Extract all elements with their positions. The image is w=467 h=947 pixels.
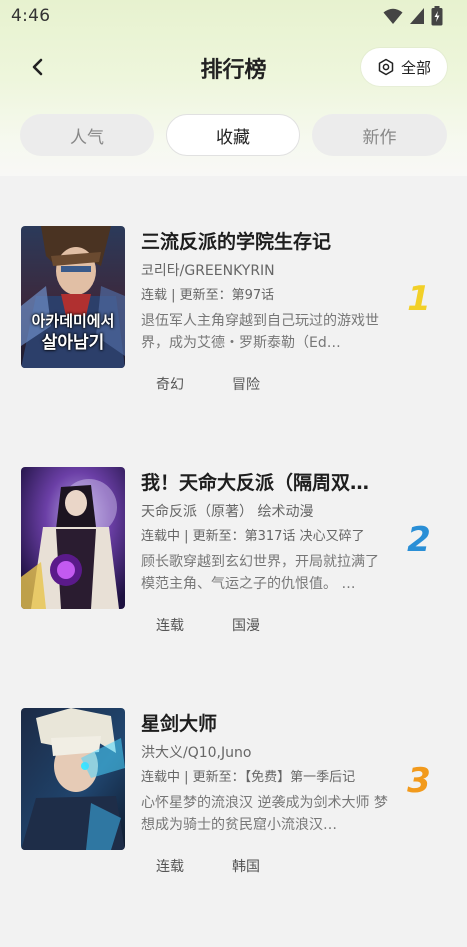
list-item[interactable]: 我！天命大反派（隔周双… 天命反派（原著） 绘术动漫 连载中 | 更新至：第31…	[0, 461, 467, 691]
comic-tags: 连载 国漫	[141, 615, 293, 635]
rank-badge: 1	[407, 280, 431, 314]
filter-all-label: 全部	[400, 58, 431, 77]
tab-label: 新作	[362, 127, 397, 148]
cover-title-line: 아카데미에서	[31, 312, 115, 330]
tab-favorites[interactable]: 收藏	[166, 114, 300, 156]
comic-cover: 아카데미에서 살아남기	[21, 226, 125, 368]
comic-cover	[21, 708, 125, 850]
tag[interactable]: 冒险	[217, 374, 293, 394]
comic-author: 洪大义/Q10,Juno	[141, 745, 252, 761]
tag[interactable]: 连载	[141, 856, 217, 876]
item-info: 三流反派的学院生存记 코리타/GREENKYRIN 连载 | 更新至：第97话 …	[141, 228, 391, 354]
rank-number: 2	[407, 521, 431, 555]
comic-author: 코리타/GREENKYRIN	[141, 263, 275, 279]
comic-description: 退伍军人主角穿越到自己玩过的游戏世界，成为艾德・罗斯泰勒（Ed…	[141, 313, 379, 351]
tab-label: 收藏	[216, 127, 250, 148]
comic-description: 心怀星梦的流浪汉 逆袭成为剑术大师 梦想成为骑士的贫民窟小流浪汉…	[141, 795, 388, 833]
tab-popularity[interactable]: 人气	[20, 114, 154, 156]
wifi-icon	[383, 8, 403, 24]
comic-update: 连载中 | 更新至：第317话 决心又碎了	[141, 529, 365, 544]
tag[interactable]: 奇幻	[141, 374, 217, 394]
tab-label: 人气	[70, 127, 104, 148]
list-item[interactable]: 星剑大师 洪大义/Q10,Juno 连载中 | 更新至：【免费】第一季后记 心怀…	[0, 702, 467, 932]
status-time: 4:46	[11, 6, 51, 26]
battery-icon	[431, 6, 443, 26]
cover-title-line: 살아남기	[41, 333, 105, 353]
tag[interactable]: 韩国	[217, 856, 293, 876]
comic-title: 我！天命大反派（隔周双…	[141, 472, 370, 494]
settings-icon	[378, 58, 394, 76]
comic-update: 连载 | 更新至：第97话	[141, 288, 275, 303]
comic-title: 星剑大师	[141, 713, 218, 735]
rank-badge: 2	[407, 521, 431, 555]
rank-badge: 3	[407, 762, 431, 796]
item-info: 星剑大师 洪大义/Q10,Juno 连载中 | 更新至：【免费】第一季后记 心怀…	[141, 710, 391, 836]
ranking-page: 4:46 排行榜 全部 人气 收藏 新作 아카데미에서 살아남기 三流反派的学院…	[0, 0, 467, 947]
item-info: 我！天命大反派（隔周双… 天命反派（原著） 绘术动漫 连载中 | 更新至：第31…	[141, 469, 391, 595]
ranking-tabs: 人气 收藏 新作	[20, 114, 447, 156]
tab-new[interactable]: 新作	[312, 114, 447, 156]
comic-update: 连载中 | 更新至：【免费】第一季后记	[141, 770, 356, 785]
comic-tags: 连载 韩国	[141, 856, 293, 876]
tag[interactable]: 连载	[141, 615, 217, 635]
filter-all-button[interactable]: 全部	[361, 48, 447, 86]
status-icons	[383, 6, 443, 26]
comic-tags: 奇幻 冒险	[141, 374, 293, 394]
tag[interactable]: 国漫	[217, 615, 293, 635]
comic-cover	[21, 467, 125, 609]
status-bar: 4:46	[0, 0, 467, 32]
list-item[interactable]: 아카데미에서 살아남기 三流反派的学院生存记 코리타/GREENKYRIN 连载…	[0, 220, 467, 450]
comic-title: 三流反派的学院生存记	[141, 231, 332, 253]
cell-signal-icon	[410, 8, 424, 24]
rank-number: 3	[407, 762, 431, 796]
top-nav-bar: 排行榜 全部	[0, 42, 467, 92]
comic-author: 天命反派（原著） 绘术动漫	[141, 504, 314, 520]
comic-description: 顾长歌穿越到玄幻世界，开局就拉满了模范主角、气运之子的仇恨值。 …	[141, 554, 379, 592]
rank-number: 1	[407, 280, 431, 314]
